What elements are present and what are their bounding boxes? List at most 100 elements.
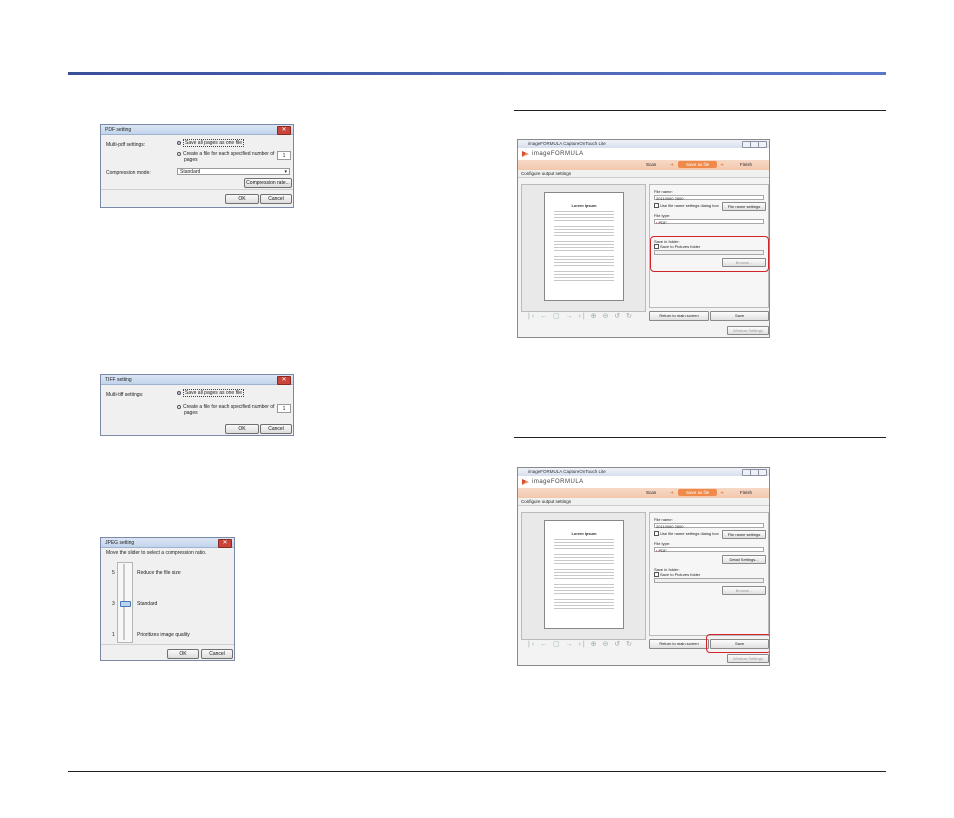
radio-one-file[interactable]: Save all pages as one file	[177, 389, 244, 397]
use-dialog-checkbox[interactable]: Use file name settings dialog box	[654, 531, 719, 537]
step-scan: Scan	[646, 490, 657, 495]
divider	[101, 644, 234, 645]
step-scan: Scan	[646, 162, 657, 167]
highlight-save-in-folder	[650, 236, 769, 272]
radio-one-file[interactable]: Save all pages as one file	[177, 139, 244, 147]
section-title: Configure output settings	[518, 498, 769, 506]
cancel-button[interactable]: Cancel	[260, 194, 292, 204]
detail-settings-button[interactable]: Detail Settings...	[722, 555, 766, 564]
cancel-button[interactable]: Cancel	[260, 424, 292, 434]
arrow-right-icon: ➔	[670, 490, 674, 495]
output-settings-panel: File name: 20110000 2500 Use file name s…	[649, 512, 769, 636]
file-name-input[interactable]: 20110000 2500	[654, 195, 764, 201]
level-bottom: 1	[112, 632, 115, 638]
radio-icon	[177, 390, 181, 395]
file-type-select[interactable]: ▪ PDF	[654, 219, 764, 225]
dialog-titlebar: PDF setting ✕	[101, 125, 293, 135]
compression-rate-button[interactable]: Compression rate...	[244, 178, 292, 188]
close-icon[interactable]	[758, 469, 767, 476]
file-type-select[interactable]: ▪ PDF	[654, 547, 764, 553]
folder-path-input[interactable]	[654, 578, 764, 583]
footer-rule	[68, 771, 886, 772]
capture-window-2: imageFORMULA CaptureOnTouch Lite imageFO…	[517, 467, 770, 666]
highlight-save-button	[706, 634, 769, 653]
section-divider	[514, 110, 886, 111]
arrow-right-icon: ➔	[720, 490, 724, 495]
close-icon[interactable]: ✕	[218, 539, 232, 548]
radio-icon	[177, 404, 181, 409]
window-settings-button[interactable]: Window Settings	[727, 654, 769, 663]
tiff-setting-dialog: TIFF setting ✕ Multi-tiff settings: Save…	[100, 374, 294, 436]
pages-label: pages	[184, 157, 198, 163]
window-settings-button[interactable]: Window Settings	[727, 326, 769, 335]
step-finish: Finish	[740, 490, 753, 495]
file-name-label: File name:	[654, 517, 673, 522]
close-icon[interactable]: ✕	[277, 376, 291, 385]
pdf-icon: ▪	[656, 548, 658, 553]
dialog-title: JPEG setting	[105, 539, 135, 546]
step-bar: Scan ➔ Save as file ➔ Finish	[518, 160, 769, 170]
dialog-titlebar: JPEG setting ✕	[101, 538, 234, 548]
multipdf-label: Multi-pdf settings:	[106, 142, 146, 148]
close-icon[interactable]: ✕	[277, 126, 291, 135]
ok-button[interactable]: OK	[167, 649, 199, 659]
brand-bar: imageFORMULA	[518, 476, 769, 488]
divider	[101, 189, 293, 190]
pages-stepper[interactable]: 1	[277, 404, 291, 413]
page-title: Lorem Ipsum	[571, 531, 597, 536]
slider-thumb[interactable]	[120, 601, 131, 607]
level-mid: 3	[112, 601, 115, 607]
save-pictures-checkbox[interactable]: Save to Pictures folder	[654, 572, 700, 578]
dialog-title: PDF setting	[105, 126, 132, 133]
preview-pane: Lorem Ipsum	[521, 184, 646, 312]
use-dialog-checkbox[interactable]: Use file name settings dialog box	[654, 203, 719, 209]
window-titlebar: imageFORMULA CaptureOnTouch Lite	[518, 468, 769, 476]
file-name-label: File name:	[654, 189, 673, 194]
level-top: 5	[112, 570, 115, 576]
close-icon[interactable]	[758, 141, 767, 148]
dialog-titlebar: TIFF setting ✕	[101, 375, 293, 385]
file-name-settings-button[interactable]: File name settings	[722, 202, 766, 211]
arrow-right-icon: ➔	[720, 162, 724, 167]
preview-nav-toolbar[interactable]: |‹ ← ▢ → ›| ⊕ ⊖ ↺ ↻	[528, 312, 634, 320]
page-thumbnail: Lorem Ipsum	[544, 520, 624, 629]
save-button[interactable]: Save	[710, 311, 769, 321]
label-mid: Standard	[137, 601, 158, 607]
window-titlebar: imageFORMULA CaptureOnTouch Lite	[518, 140, 769, 148]
preview-nav-toolbar[interactable]: |‹ ← ▢ → ›| ⊕ ⊖ ↺ ↻	[528, 640, 634, 648]
brand-name: imageFORMULA	[532, 151, 584, 157]
file-name-input[interactable]: 20110000 2500	[654, 523, 764, 529]
pdf-icon: ▪	[656, 220, 658, 225]
compression-select[interactable]: Standard ▾	[177, 168, 290, 175]
return-main-screen-button[interactable]: Return to main screen	[649, 639, 709, 649]
jpeg-setting-dialog: JPEG setting ✕ Move the slider to select…	[100, 537, 235, 661]
step-bar: Scan ➔ Save as file ➔ Finish	[518, 488, 769, 498]
dialog-title: TIFF setting	[105, 376, 132, 383]
step-save-as-file: Save as file	[678, 489, 718, 496]
file-name-settings-button[interactable]: File name settings	[722, 530, 766, 539]
ok-button[interactable]: OK	[225, 424, 259, 434]
window-title: imageFORMULA CaptureOnTouch Lite	[528, 141, 606, 146]
multitiff-label: Multi-tiff settings:	[106, 392, 144, 398]
arrow-right-icon: ➔	[670, 162, 674, 167]
chevron-down-icon: ▾	[284, 169, 287, 175]
browse-button[interactable]: Browse...	[722, 586, 766, 595]
compression-label: Compression mode:	[106, 170, 151, 176]
checkbox-icon	[654, 531, 659, 537]
radio-icon	[177, 151, 181, 156]
return-main-screen-button[interactable]: Return to main screen	[649, 311, 709, 321]
instruction-text: Move the slider to select a compression …	[106, 550, 207, 556]
logo-icon	[522, 479, 529, 485]
ok-button[interactable]: OK	[225, 194, 259, 204]
logo-icon	[522, 151, 529, 157]
section-title: Configure output settings	[518, 170, 769, 178]
window-title: imageFORMULA CaptureOnTouch Lite	[528, 469, 606, 474]
page-title: Lorem Ipsum	[571, 203, 597, 208]
radio-icon	[177, 140, 181, 145]
checkbox-icon	[654, 572, 659, 578]
brand-name: imageFORMULA	[532, 479, 584, 485]
cancel-button[interactable]: Cancel	[201, 649, 233, 659]
pages-stepper[interactable]: 1	[277, 151, 291, 160]
file-type-label: File type:	[654, 541, 671, 546]
step-save-as-file: Save as file	[678, 161, 718, 168]
